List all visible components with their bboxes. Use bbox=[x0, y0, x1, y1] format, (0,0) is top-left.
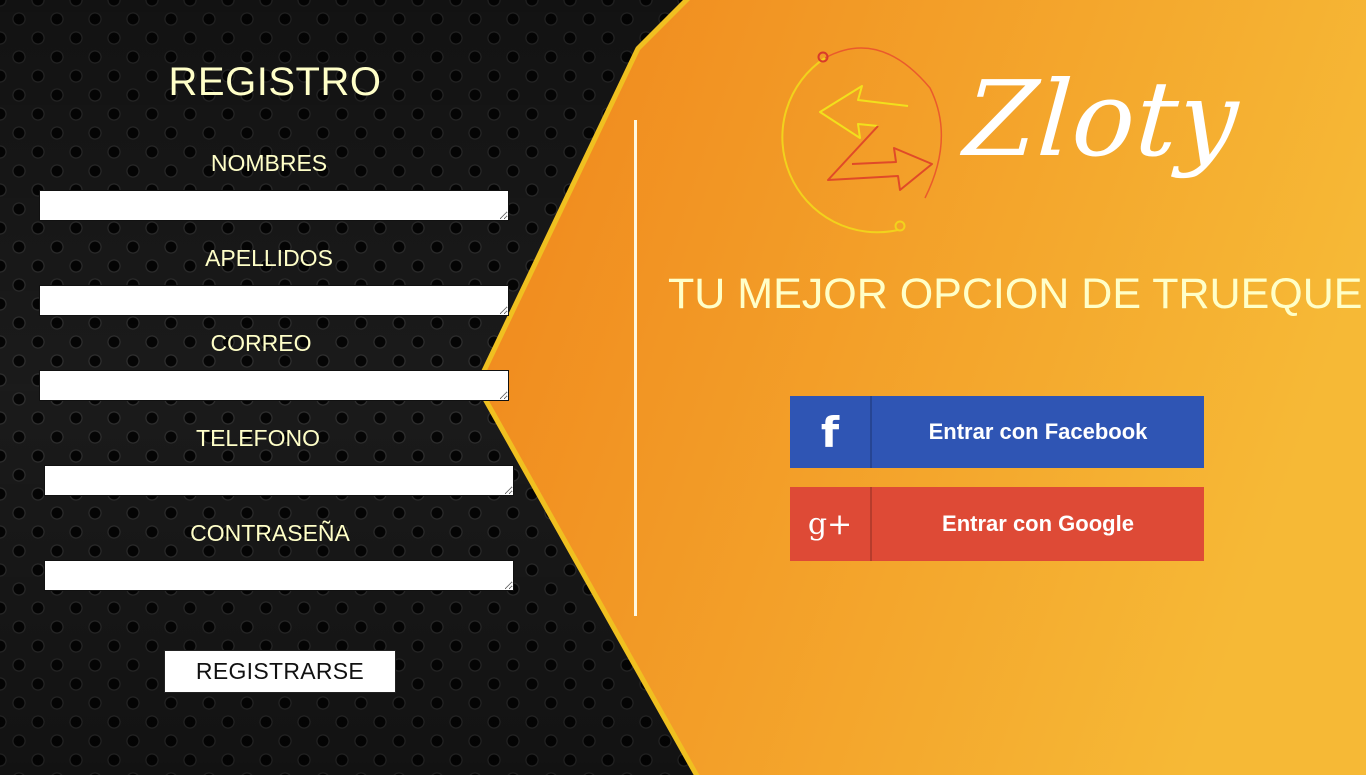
tagline: TU MEJOR OPCION DE TRUEQUE bbox=[668, 270, 1363, 318]
correo-label: CORREO bbox=[210, 330, 312, 356]
contrasena-label: CONTRASEÑA bbox=[190, 520, 350, 546]
google-button-label: Entrar con Google bbox=[942, 511, 1134, 536]
google-login-button[interactable]: g+ Entrar con Google bbox=[790, 487, 1204, 561]
facebook-button-label: Entrar con Facebook bbox=[928, 419, 1148, 444]
swap-arrows-icon bbox=[781, 47, 943, 234]
facebook-login-button[interactable]: f Entrar con Facebook bbox=[790, 396, 1204, 468]
register-button[interactable]: REGISTRARSE bbox=[164, 650, 396, 693]
facebook-icon: f bbox=[790, 396, 872, 468]
vertical-divider bbox=[634, 120, 637, 616]
telefono-field[interactable] bbox=[44, 465, 514, 496]
nombres-field[interactable] bbox=[39, 190, 509, 221]
nombres-label: NOMBRES bbox=[210, 150, 328, 176]
telefono-label: TELEFONO bbox=[196, 425, 320, 451]
correo-field[interactable] bbox=[39, 370, 509, 401]
google-plus-icon: g+ bbox=[790, 487, 872, 561]
contrasena-field[interactable] bbox=[44, 560, 514, 591]
form-title: REGISTRO bbox=[168, 60, 382, 104]
brand-name: Zloty bbox=[960, 58, 1243, 180]
apellidos-label: APELLIDOS bbox=[205, 245, 333, 271]
apellidos-field[interactable] bbox=[39, 285, 509, 316]
